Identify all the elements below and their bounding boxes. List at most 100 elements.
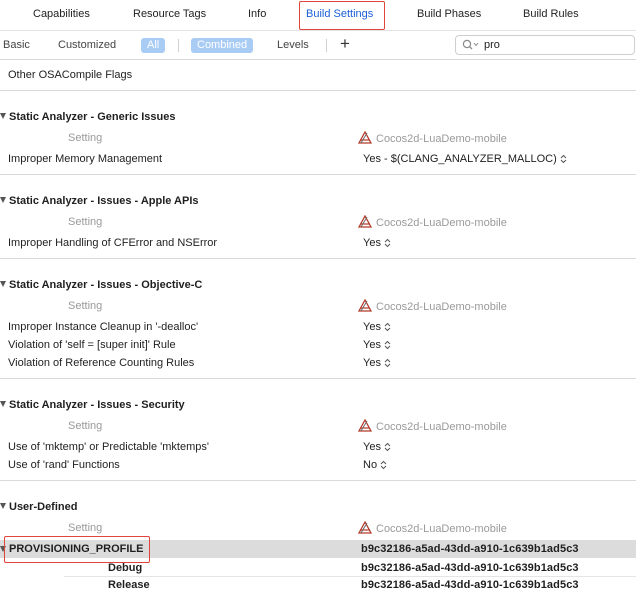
stepper-icon [560,154,567,164]
section-title: Static Analyzer - Issues - Objective-C [9,279,203,291]
column-header-row: Setting Cocos2d-LuaDemo-mobile [0,213,636,231]
search-input[interactable] [484,37,624,53]
add-setting-button[interactable]: + [340,34,350,54]
disclosure-triangle-icon[interactable] [0,197,6,203]
column-target-header: Cocos2d-LuaDemo-mobile [357,520,507,535]
setting-value[interactable]: b9c32186-a5ad-43dd-a910-1c639b1ad5c3 [361,579,579,591]
stepper-icon [384,358,391,368]
setting-label: Other OSACompile Flags [8,69,133,81]
setting-row[interactable]: Improper Handling of CFError and NSError… [0,234,636,252]
column-header-row: Setting Cocos2d-LuaDemo-mobile [0,417,636,435]
setting-row[interactable]: Improper Memory Management Yes - $(CLANG… [0,150,636,168]
setting-label: Improper Memory Management [8,153,163,165]
setting-value[interactable]: Yes [363,321,391,333]
section-header-objective-c[interactable]: Static Analyzer - Issues - Objective-C [0,276,636,294]
setting-row-debug[interactable]: Debug b9c32186-a5ad-43dd-a910-1c639b1ad5… [0,559,636,577]
xcode-target-icon [357,520,373,534]
editor-tab-bar: Capabilities Resource Tags Info Build Se… [0,0,636,31]
setting-label: Improper Instance Cleanup in '-dealloc' [8,321,199,333]
setting-value[interactable]: No [363,459,387,471]
xcode-target-icon [357,298,373,312]
xcode-target-icon [357,214,373,228]
value-text: No [363,459,378,471]
disclosure-triangle-icon[interactable] [0,401,6,407]
tab-capabilities[interactable]: Capabilities [33,8,90,20]
tab-build-rules[interactable]: Build Rules [523,8,579,20]
section-header-user-defined[interactable]: User-Defined [0,498,636,516]
tab-info[interactable]: Info [248,8,266,20]
disclosure-triangle-icon[interactable] [0,113,6,119]
value-text: Yes - $(CLANG_ANALYZER_MALLOC) [363,153,557,165]
section-header-apple-apis[interactable]: Static Analyzer - Issues - Apple APIs [0,192,636,210]
stepper-icon [384,340,391,350]
section-divider [0,90,636,91]
setting-row[interactable]: Use of 'mktemp' or Predictable 'mktemps'… [0,438,636,456]
search-icon [462,39,480,54]
setting-row[interactable]: Use of 'rand' Functions No [0,456,636,474]
value-text: Yes [363,441,381,453]
setting-label: Debug [108,562,143,574]
setting-row[interactable]: Other OSACompile Flags [0,66,636,84]
section-divider [0,378,636,379]
column-header-row: Setting Cocos2d-LuaDemo-mobile [0,129,636,147]
setting-row[interactable]: Violation of Reference Counting Rules Ye… [0,354,636,372]
target-name: Cocos2d-LuaDemo-mobile [376,523,507,535]
setting-value[interactable]: Yes [363,237,391,249]
tab-build-phases[interactable]: Build Phases [417,8,481,20]
setting-value[interactable]: Yes [363,357,391,369]
value-text: Yes [363,321,381,333]
target-name: Cocos2d-LuaDemo-mobile [376,133,507,145]
setting-label: Violation of 'self = [super init]' Rule [8,339,176,351]
setting-value[interactable]: b9c32186-a5ad-43dd-a910-1c639b1ad5c3 [361,543,579,555]
search-field[interactable] [455,35,635,55]
section-title: Static Analyzer - Issues - Apple APIs [9,195,199,207]
target-name: Cocos2d-LuaDemo-mobile [376,217,507,229]
setting-value[interactable]: Yes - $(CLANG_ANALYZER_MALLOC) [363,153,567,165]
filter-basic[interactable]: Basic [3,39,30,51]
filter-separator-2 [326,39,327,52]
column-setting-header: Setting [68,420,103,432]
section-divider [0,258,636,259]
column-header-row: Setting Cocos2d-LuaDemo-mobile [0,297,636,315]
target-name: Cocos2d-LuaDemo-mobile [376,301,507,313]
filter-separator [178,39,179,52]
xcode-target-icon [357,418,373,432]
value-text: Yes [363,339,381,351]
filter-customized[interactable]: Customized [58,39,116,51]
setting-label: Improper Handling of CFError and NSError [8,237,218,249]
setting-row-release[interactable]: Release b9c32186-a5ad-43dd-a910-1c639b1a… [0,576,636,594]
tab-resource-tags[interactable]: Resource Tags [133,8,206,20]
section-divider [0,174,636,175]
filter-levels[interactable]: Levels [277,39,309,51]
xcode-target-icon [357,130,373,144]
target-name: Cocos2d-LuaDemo-mobile [376,421,507,433]
setting-label: Release [108,579,150,591]
value-text: Yes [363,357,381,369]
column-target-header: Cocos2d-LuaDemo-mobile [357,130,507,145]
setting-row[interactable]: Violation of 'self = [super init]' Rule … [0,336,636,354]
stepper-icon [384,238,391,248]
section-title: User-Defined [9,501,78,513]
stepper-icon [380,460,387,470]
disclosure-triangle-icon[interactable] [0,503,6,509]
value-text: Yes [363,237,381,249]
setting-value[interactable]: Yes [363,339,391,351]
column-header-row: Setting Cocos2d-LuaDemo-mobile [0,519,636,537]
stepper-icon [384,442,391,452]
setting-value[interactable]: b9c32186-a5ad-43dd-a910-1c639b1ad5c3 [361,562,579,574]
column-target-header: Cocos2d-LuaDemo-mobile [357,214,507,229]
annotation-box-build-settings [299,1,385,30]
section-header-security[interactable]: Static Analyzer - Issues - Security [0,396,636,414]
column-setting-header: Setting [68,522,103,534]
setting-row[interactable]: Improper Instance Cleanup in '-dealloc' … [0,318,636,336]
disclosure-triangle-icon[interactable] [0,281,6,287]
section-divider [0,480,636,481]
section-header-generic[interactable]: Static Analyzer - Generic Issues [0,108,636,126]
column-target-header: Cocos2d-LuaDemo-mobile [357,298,507,313]
filter-combined[interactable]: Combined [191,38,254,53]
setting-value[interactable]: Yes [363,441,391,453]
filter-all[interactable]: All [141,38,166,53]
setting-label: Use of 'mktemp' or Predictable 'mktemps' [8,441,209,453]
setting-label: Use of 'rand' Functions [8,459,120,471]
section-title: Static Analyzer - Issues - Security [9,399,185,411]
